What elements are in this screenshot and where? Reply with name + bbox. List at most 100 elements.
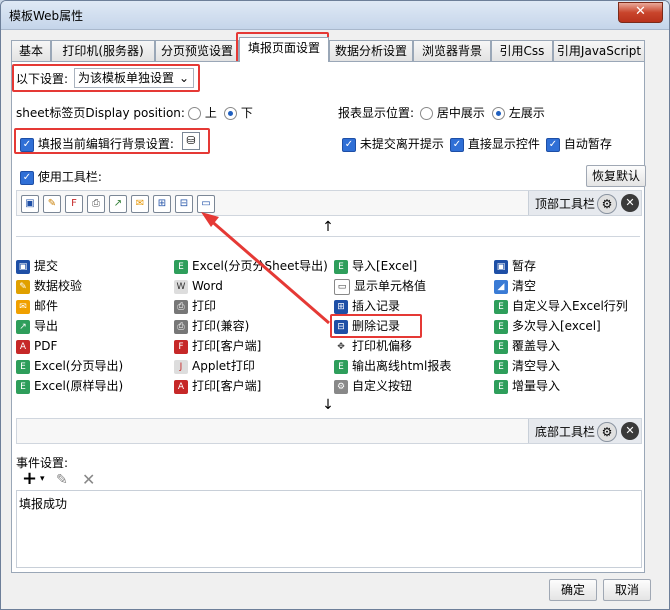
item-excel-original[interactable]: E Excel(原样导出): [16, 376, 123, 396]
scope-select[interactable]: 为该模板单独设置 ⌄: [74, 68, 194, 88]
cancel-button[interactable]: 取消: [603, 579, 651, 601]
radio-center[interactable]: 居中展示: [420, 104, 485, 121]
item-import-excel[interactable]: E 导入[Excel]: [334, 256, 417, 276]
bg-setting[interactable]: ✓ 填报当前编辑行背景设置:: [20, 135, 174, 152]
delete-icon[interactable]: ✕: [82, 470, 95, 489]
tab-printer-server[interactable]: 打印机(服务器): [51, 40, 155, 61]
autosave-label: 自动暂存: [563, 137, 612, 151]
gear-icon[interactable]: ⚙: [597, 194, 617, 214]
close-icon[interactable]: ✕: [621, 194, 639, 212]
item-print-client-pdf-label: 打印[客户端]: [192, 379, 262, 393]
item-multi-import[interactable]: E 多次导入[excel]: [494, 316, 601, 336]
restore-default-button[interactable]: 恢复默认: [586, 165, 646, 187]
item-clear-label: 清空: [512, 279, 537, 293]
unsubmitted-label: 未提交离开提示: [359, 137, 444, 151]
tab-page-preview[interactable]: 分页预览设置: [155, 40, 239, 61]
export-icon[interactable]: ↗: [109, 195, 127, 213]
item-word[interactable]: W Word: [174, 276, 223, 296]
item-export[interactable]: ↗ 导出: [16, 316, 58, 336]
item-custom-button[interactable]: ⚙ 自定义按钮: [334, 376, 412, 396]
excel-icon: E: [16, 359, 30, 374]
item-incremental-import-label: 增量导入: [512, 379, 561, 393]
item-print-client-pdf[interactable]: A 打印[客户端]: [174, 376, 261, 396]
title-bar: 模板Web属性 ✕: [1, 1, 669, 30]
close-button[interactable]: ✕: [618, 2, 663, 23]
item-offline-html[interactable]: E 输出离线html报表: [334, 356, 451, 376]
item-excel-original-label: Excel(原样导出): [34, 379, 124, 393]
move-down-arrow[interactable]: ↓: [16, 396, 640, 414]
tab-javascript[interactable]: 引用JavaScript: [553, 40, 645, 61]
item-email[interactable]: ✉ 邮件: [16, 296, 58, 316]
top-toolbar-controls: 顶部工具栏 ⚙ ✕: [528, 191, 641, 215]
gear-icon[interactable]: ⚙: [597, 422, 617, 442]
item-temp-save[interactable]: ▣ 暂存: [494, 256, 536, 276]
item-excel-page[interactable]: E Excel(分页导出): [16, 356, 123, 376]
edit-icon: ✎: [16, 279, 30, 294]
item-clear[interactable]: ◢ 清空: [494, 276, 536, 296]
event-entry[interactable]: 填报成功: [17, 491, 641, 516]
autosave-checkbox[interactable]: ✓ 自动暂存: [546, 135, 612, 152]
radio-center-label: 居中展示: [436, 106, 485, 120]
item-show-cell-value[interactable]: ▭ 显示单元格值: [334, 276, 426, 296]
top-toolbar-label: 顶部工具栏: [535, 197, 596, 211]
item-custom-import[interactable]: E 自定义导入Excel行列: [494, 296, 628, 316]
edit-icon[interactable]: ✎: [43, 195, 61, 213]
gear-icon: ⚙: [334, 379, 348, 394]
export-icon: ↗: [16, 319, 30, 334]
radio-bottom-label: 下: [240, 106, 253, 120]
tab-browser-bg[interactable]: 浏览器背景: [413, 40, 491, 61]
move-up-arrow[interactable]: ↑: [16, 218, 640, 236]
item-print[interactable]: ⎙ 打印: [174, 296, 216, 316]
tab-data-analysis[interactable]: 数据分析设置: [329, 40, 413, 61]
radio-top-icon: [188, 107, 201, 120]
insert-row-icon[interactable]: ⊞: [153, 195, 171, 213]
item-temp-save-label: 暂存: [512, 259, 537, 273]
paint-bucket-icon[interactable]: ⛁: [182, 132, 200, 150]
item-overwrite-import[interactable]: E 覆盖导入: [494, 336, 560, 356]
tab-css[interactable]: 引用Css: [491, 40, 553, 61]
item-submit[interactable]: ▣ 提交: [16, 256, 58, 276]
ok-button[interactable]: 确定: [549, 579, 597, 601]
excel-icon: E: [174, 259, 188, 274]
item-printer-offset[interactable]: ✥ 打印机偏移: [334, 336, 412, 356]
add-icon[interactable]: +: [22, 468, 37, 489]
radio-top[interactable]: 上: [188, 104, 217, 121]
item-applet-print[interactable]: J Applet打印: [174, 356, 255, 376]
item-validate[interactable]: ✎ 数据校验: [16, 276, 82, 296]
close-icon[interactable]: ✕: [621, 422, 639, 440]
save-icon: ▣: [494, 259, 508, 274]
tab-basic[interactable]: 基本: [11, 40, 51, 61]
checkbox-check-icon: ✓: [20, 170, 34, 185]
window-title: 模板Web属性: [9, 9, 84, 23]
item-insert-record[interactable]: ⊞ 插入记录: [334, 296, 400, 316]
radio-left[interactable]: 左展示: [492, 104, 545, 121]
item-delete-record[interactable]: ⊟ 删除记录: [334, 316, 400, 336]
window-icon[interactable]: ▭: [197, 195, 215, 213]
excel-icon: E: [494, 379, 508, 394]
item-excel-sheet[interactable]: E Excel(分页分Sheet导出): [174, 256, 328, 276]
item-clear-import[interactable]: E 清空导入: [494, 356, 560, 376]
delete-row-icon[interactable]: ⊟: [175, 195, 193, 213]
item-show-cell-value-label: 显示单元格值: [354, 279, 427, 293]
direct-controls-checkbox[interactable]: ✓ 直接显示控件: [450, 135, 540, 152]
radio-bottom[interactable]: 下: [224, 104, 253, 121]
print-icon[interactable]: ⎙: [87, 195, 105, 213]
item-import-excel-label: 导入[Excel]: [352, 259, 418, 273]
tab-fill-page[interactable]: 填报页面设置: [239, 37, 329, 62]
item-multi-import-label: 多次导入[excel]: [512, 319, 601, 333]
excel-icon[interactable]: F: [65, 195, 83, 213]
unsubmitted-checkbox[interactable]: ✓ 未提交离开提示: [342, 135, 444, 152]
checkbox-check-icon: ✓: [546, 137, 560, 152]
chevron-down-icon[interactable]: ▾: [40, 474, 45, 484]
save-icon[interactable]: ▣: [21, 195, 39, 213]
cell-icon: ▭: [334, 278, 350, 295]
item-incremental-import[interactable]: E 增量导入: [494, 376, 560, 396]
item-print-client[interactable]: F 打印[客户端]: [174, 336, 261, 356]
sheet-tab-label: sheet标签页Display position:: [16, 106, 185, 120]
events-list: 填报成功: [16, 490, 642, 568]
pencil-icon[interactable]: ✎: [56, 472, 68, 488]
item-print-compat[interactable]: ⎙ 打印(兼容): [174, 316, 249, 336]
item-pdf[interactable]: A PDF: [16, 336, 57, 356]
email-icon[interactable]: ✉: [131, 195, 149, 213]
use-toolbar-checkbox[interactable]: ✓ 使用工具栏:: [20, 168, 102, 185]
